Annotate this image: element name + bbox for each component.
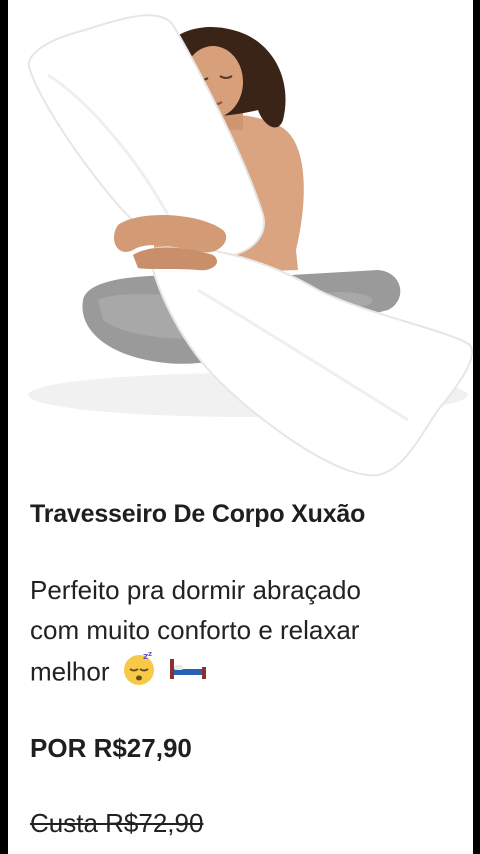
product-image bbox=[8, 0, 473, 490]
sleeping-face-icon: z z bbox=[121, 650, 157, 697]
product-title: Travesseiro De Corpo Xuxão bbox=[30, 500, 366, 528]
description-line-1: Perfeito pra dormir abraçado bbox=[30, 575, 361, 605]
description-line-3: melhor bbox=[30, 656, 110, 687]
bed-icon bbox=[168, 653, 208, 694]
original-price: Custa R$72,90 bbox=[30, 808, 204, 838]
current-price: POR R$27,90 bbox=[30, 733, 192, 763]
product-description: Perfeito pra dormir abraçado com muito c… bbox=[30, 570, 450, 697]
product-card: Travesseiro De Corpo Xuxão Perfeito pra … bbox=[8, 0, 473, 854]
svg-text:z: z bbox=[148, 650, 152, 658]
description-line-2: com muito conforto e relaxar bbox=[30, 615, 360, 645]
